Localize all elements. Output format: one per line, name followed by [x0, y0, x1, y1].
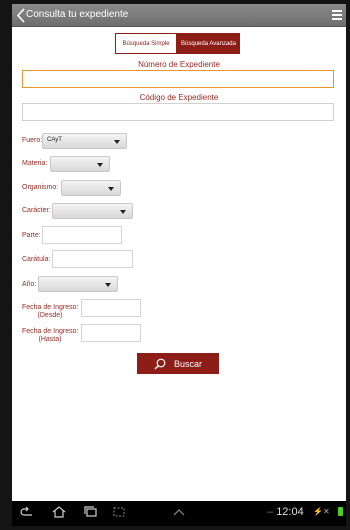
buscar-button[interactable]: Buscar: [137, 353, 219, 374]
tab-busqueda-simple[interactable]: Búsqueda Simple: [115, 33, 177, 54]
screenshot-icon[interactable]: [112, 506, 126, 518]
materia-label: Materia:: [22, 160, 48, 167]
fecha-desde-input[interactable]: [81, 299, 141, 317]
parte-input[interactable]: [42, 226, 122, 244]
materia-select[interactable]: [50, 156, 110, 172]
page-title: Consulta tu expediente: [26, 9, 129, 20]
caratula-label: Carátula:: [22, 256, 51, 263]
anio-select[interactable]: [38, 276, 118, 292]
anio-label: Año:: [22, 281, 37, 288]
chevron-up-icon[interactable]: [172, 506, 186, 518]
caracter-select[interactable]: [52, 203, 133, 219]
organismo-select[interactable]: [61, 180, 121, 196]
chevron-down-icon: [120, 210, 126, 214]
organismo-label: Organismo:: [22, 184, 59, 191]
codigo-expediente-input[interactable]: [22, 103, 334, 121]
device-frame: Consulta tu expediente Búsqueda Simple B…: [0, 0, 350, 530]
wifi-signal-icon: ⚡✕: [313, 507, 330, 516]
numero-expediente-label: Número de Expediente: [138, 60, 220, 69]
battery-icon: [338, 507, 343, 516]
buscar-label: Buscar: [173, 358, 202, 369]
tab-busqueda-avanzada[interactable]: Búsqueda Avanzada: [177, 33, 240, 54]
fuero-select[interactable]: CAyT: [42, 133, 127, 149]
back-icon[interactable]: [20, 506, 34, 518]
fecha-hasta-input[interactable]: [81, 324, 141, 342]
fuero-label: Fuero:: [22, 137, 43, 144]
recent-apps-icon[interactable]: [84, 506, 98, 518]
system-navigation-bar: – 12:04 ⚡✕: [12, 501, 346, 526]
fuero-selected-value: CAyT: [47, 137, 62, 143]
home-icon[interactable]: [52, 506, 66, 518]
clock: – 12:04: [267, 506, 304, 518]
numero-expediente-input[interactable]: [22, 70, 334, 88]
action-bar: Consulta tu expediente: [12, 4, 346, 27]
fecha-desde-label-line1: Fecha de Ingreso:: [22, 304, 79, 311]
codigo-expediente-label: Código de Expediente: [139, 93, 219, 102]
hamburger-menu-icon[interactable]: [332, 10, 342, 20]
parte-label: Parte:: [22, 232, 41, 239]
app-screen: Consulta tu expediente Búsqueda Simple B…: [12, 4, 346, 526]
clock-time: 12:04: [276, 506, 304, 518]
magnifier-icon: [154, 358, 166, 369]
chevron-down-icon: [105, 283, 111, 287]
fecha-desde-label-line2: (Desde): [37, 312, 63, 319]
chevron-down-icon: [108, 187, 114, 191]
caratula-input[interactable]: [52, 250, 133, 268]
fecha-hasta-label-line2: (Hasta): [38, 336, 62, 343]
chevron-down-icon: [97, 163, 103, 167]
chevron-down-icon: [114, 140, 120, 144]
fecha-hasta-label-line1: Fecha de Ingreso:: [22, 328, 79, 335]
caracter-label: Carácter:: [22, 207, 51, 214]
